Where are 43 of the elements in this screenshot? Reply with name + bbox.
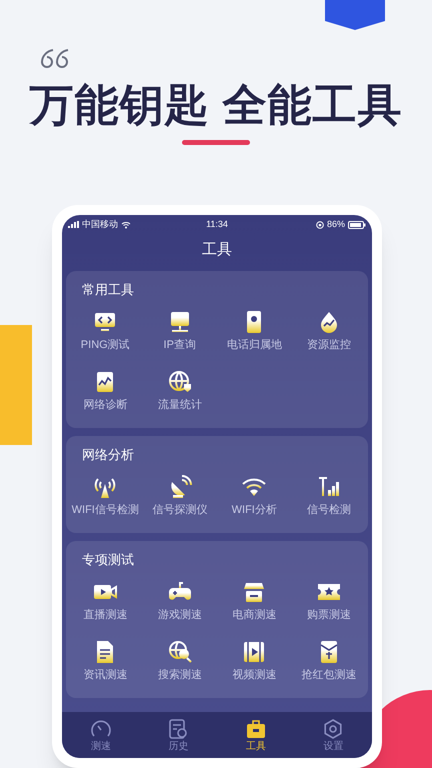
headline: 万能钥匙 全能工具 xyxy=(29,80,403,132)
tool-item[interactable]: 视频测速 xyxy=(217,637,292,684)
globe-shield-icon xyxy=(166,369,193,395)
carrier-label: 中国移动 xyxy=(82,218,118,231)
tool-item[interactable]: 信号检测 xyxy=(292,472,366,519)
quote-icon xyxy=(40,48,70,70)
tab[interactable]: 设置 xyxy=(294,718,372,752)
tab[interactable]: 测速 xyxy=(62,718,140,752)
tool-item[interactable]: 游戏测速 xyxy=(142,577,217,624)
tool-item[interactable]: 电话归属地 xyxy=(217,307,292,354)
tool-item[interactable]: 网络诊断 xyxy=(68,367,142,414)
globe-search-icon xyxy=(166,639,193,665)
status-time: 11:34 xyxy=(206,218,228,231)
tool-item[interactable]: 直播测速 xyxy=(68,577,142,624)
signal-icon xyxy=(68,221,79,228)
tool-item[interactable]: WIFI分析 xyxy=(217,472,292,519)
tool-item[interactable]: 资源监控 xyxy=(292,307,366,354)
tool-item[interactable]: WIFI信号检测 xyxy=(68,472,142,519)
hexagon-decoration xyxy=(325,0,385,30)
tool-item[interactable]: 购票测速 xyxy=(292,577,366,624)
battery-icon xyxy=(348,220,366,228)
battery-percent: 86% xyxy=(326,218,345,231)
speedometer-icon xyxy=(90,718,112,740)
tool-item[interactable]: PING测试 xyxy=(68,307,142,354)
toolbox-icon xyxy=(244,718,267,740)
section-title: 常用工具 xyxy=(81,281,135,299)
tool-item[interactable]: 流量统计 xyxy=(142,367,217,414)
settings-icon xyxy=(322,718,344,740)
screen-title: 工具 xyxy=(201,240,233,260)
underline-decoration xyxy=(182,140,250,145)
wifi-icon xyxy=(121,220,131,228)
tool-item[interactable]: 信号探测仪 xyxy=(142,472,217,519)
tab[interactable]: 工具 xyxy=(217,718,294,752)
tool-item[interactable]: 搜索测速 xyxy=(142,637,217,684)
tool-item[interactable]: IP查询 xyxy=(142,307,217,354)
section-title: 网络分析 xyxy=(81,446,135,464)
tool-item[interactable]: 资讯测速 xyxy=(68,637,142,684)
rotation-lock-icon xyxy=(316,220,324,228)
section-title: 专项测试 xyxy=(81,551,135,569)
tool-item[interactable]: 电商测速 xyxy=(217,577,292,624)
tool-item[interactable]: 抢红包测速 xyxy=(292,637,366,684)
history-icon xyxy=(167,718,190,740)
tab[interactable]: 历史 xyxy=(140,718,217,752)
